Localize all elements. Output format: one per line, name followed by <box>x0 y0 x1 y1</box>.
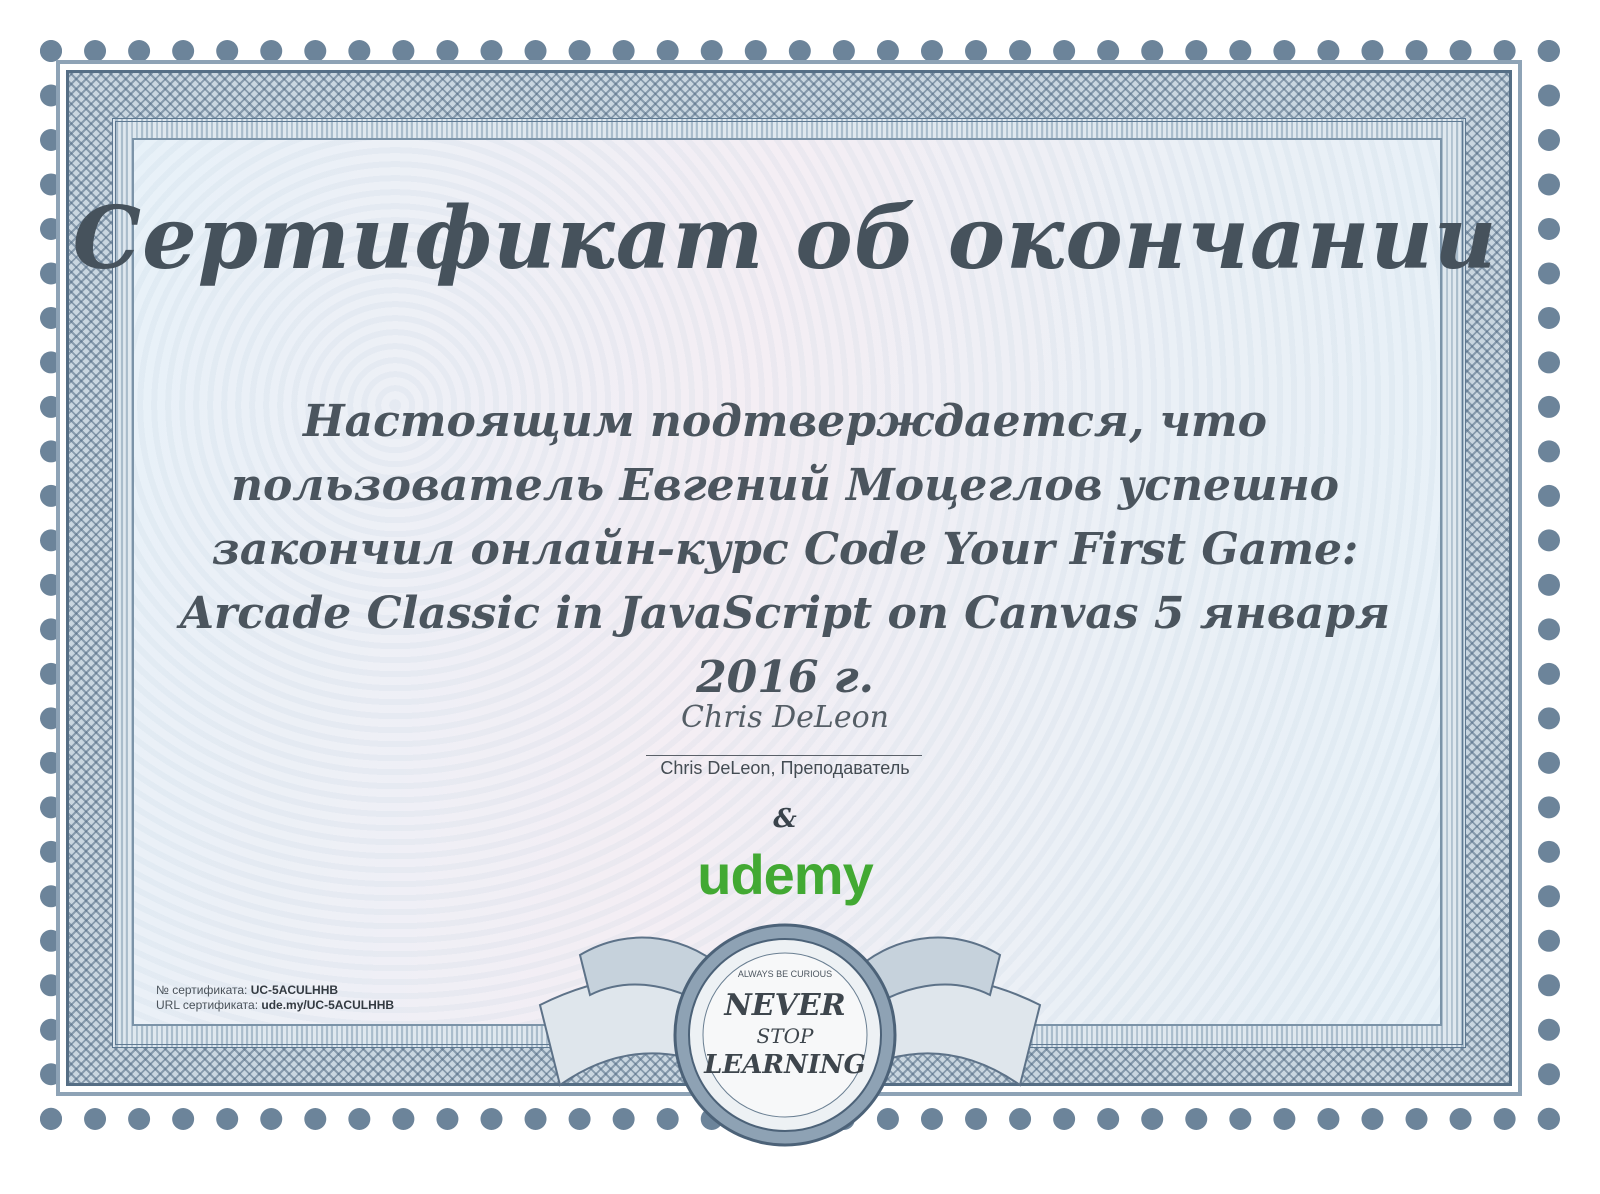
signature-line <box>646 755 922 756</box>
badge-line3: LEARNING <box>703 1050 866 1080</box>
cert-number-label: № сертификата: <box>156 983 248 997</box>
cert-number-row: № сертификата: UC-5ACULHHB <box>156 983 394 998</box>
cert-url-label: URL сертификата: <box>156 998 259 1012</box>
certificate-statement: Настоящим подтверждается, что пользовате… <box>179 396 1391 703</box>
badge-line1: NEVER <box>723 988 845 1023</box>
cert-url-row: URL сертификата: ude.my/UC-5ACULHHB <box>156 998 394 1013</box>
cert-number: UC-5ACULHHB <box>250 983 339 997</box>
badge-svg: ALWAYS BE CURIOUS NEVER STOP LEARNING <box>538 923 1042 1147</box>
certificate-title: Сертификат об окончании <box>72 188 1498 289</box>
badge-top-text: ALWAYS BE CURIOUS <box>738 969 832 979</box>
signature-caption: Chris DeLeon, Преподаватель <box>660 758 910 778</box>
cert-url: ude.my/UC-5ACULHHB <box>261 998 395 1012</box>
ampersand: & <box>773 804 797 834</box>
instructor-signature: Chris DeLeon <box>680 700 889 735</box>
never-stop-learning-badge: ALWAYS BE CURIOUS NEVER STOP LEARNING <box>520 915 1060 1155</box>
certificate-meta: № сертификата: UC-5ACULHHB URL сертифика… <box>156 983 394 1013</box>
udemy-logo: udemy <box>697 843 874 906</box>
badge-line2: STOP <box>757 1024 814 1048</box>
